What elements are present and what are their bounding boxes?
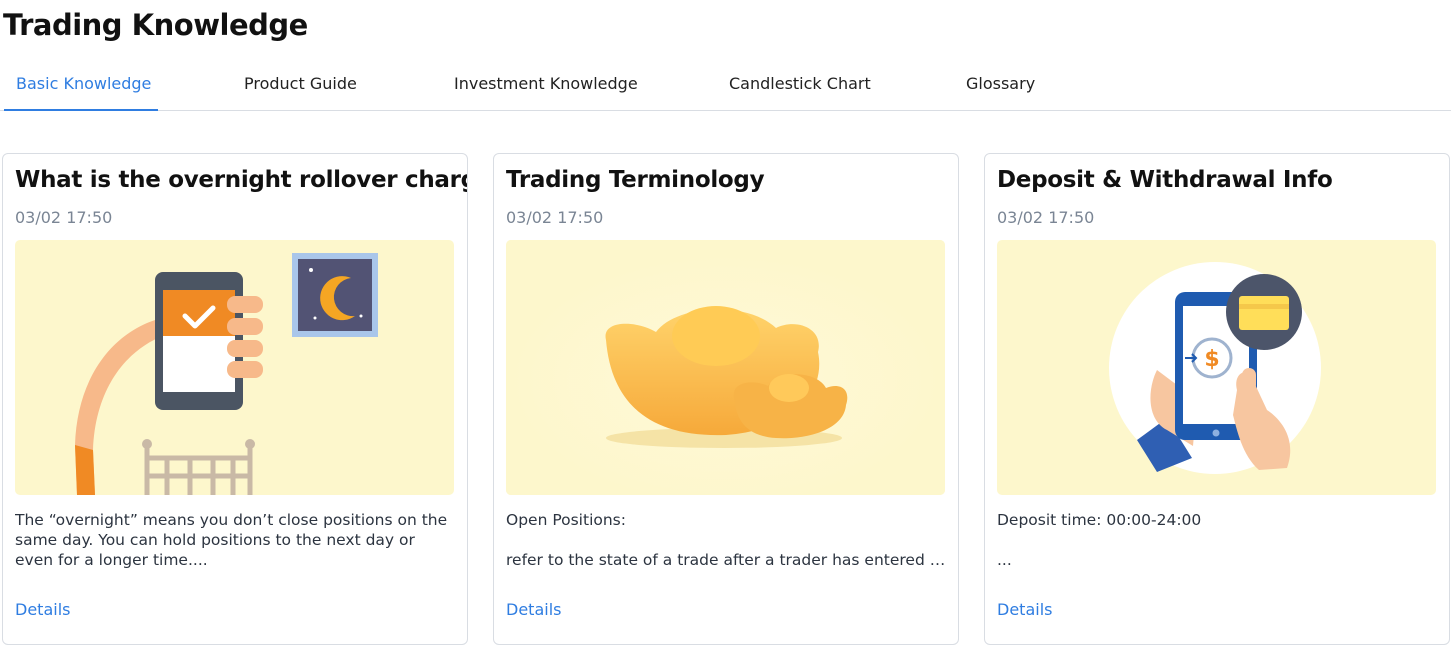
tab-glossary[interactable]: Glossary [954,58,1047,110]
card-title: What is the overnight rollover charge? [15,167,468,193]
card-title: Deposit & Withdrawal Info [997,167,1333,193]
card-excerpt: Deposit time: 00:00-24:00 ... [997,511,1202,569]
category-tabs: Basic Knowledge Product Guide Investment… [0,58,1451,111]
tab-investment-knowledge[interactable]: Investment Knowledge [442,58,650,110]
card-date: 03/02 17:50 [997,208,1095,227]
card-excerpt: The “overnight” means you don’t close po… [15,511,448,569]
svg-text:$: $ [1204,347,1219,372]
article-card-deposit-withdrawal[interactable]: Deposit & Withdrawal Info 03/02 17:50 $ [984,153,1450,645]
details-link[interactable]: Details [15,600,70,619]
tab-product-guide[interactable]: Product Guide [232,58,369,110]
article-card-overnight-rollover[interactable]: What is the overnight rollover charge? 0… [2,153,468,645]
details-link[interactable]: Details [997,600,1052,619]
mobile-payment-illustration-icon: $ [997,240,1436,495]
phone-bed-moon-illustration-icon [15,240,454,495]
card-title: Trading Terminology [506,167,765,193]
page-title: Trading Knowledge [3,8,308,42]
details-link[interactable]: Details [506,600,561,619]
card-date: 03/02 17:50 [15,208,113,227]
article-card-trading-terminology[interactable]: Trading Terminology 03/02 17:50 Open Pos… [493,153,959,645]
card-excerpt: Open Positions: refer to the state of a … [506,511,946,569]
gold-ingot-illustration-icon [506,240,945,495]
tab-basic-knowledge[interactable]: Basic Knowledge [4,58,158,111]
tab-candlestick-chart[interactable]: Candlestick Chart [717,58,883,110]
card-date: 03/02 17:50 [506,208,604,227]
